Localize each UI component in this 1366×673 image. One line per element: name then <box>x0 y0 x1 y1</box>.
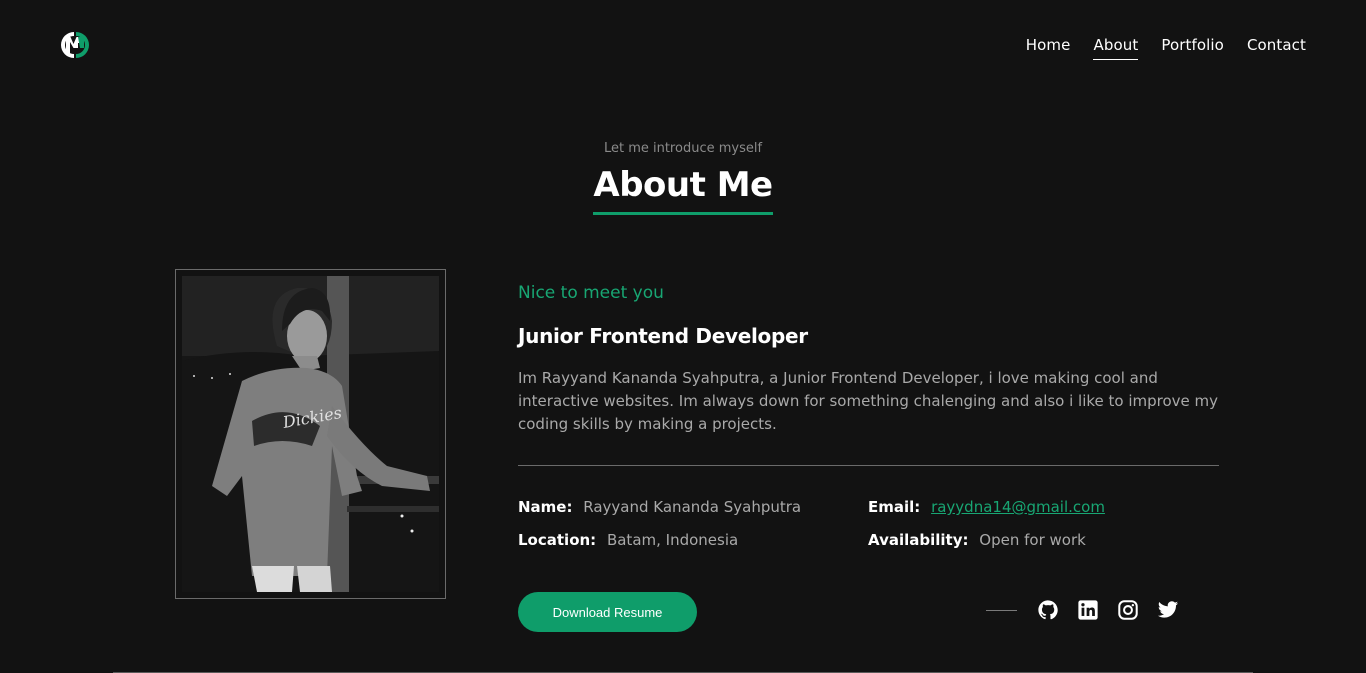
divider <box>518 465 1219 466</box>
github-icon[interactable] <box>1037 599 1059 621</box>
section-title: About Me <box>593 165 773 215</box>
bio-text: Im Rayyand Kananda Syahputra, a Junior F… <box>518 369 1219 433</box>
greeting-text: Nice to meet you <box>518 283 664 303</box>
email-label: Email: <box>868 498 921 516</box>
availability-label: Availability: <box>868 531 969 549</box>
section-heading-wrap: About Me <box>0 165 1366 215</box>
linkedin-icon[interactable] <box>1077 599 1099 621</box>
role-title: Junior Frontend Developer <box>518 324 808 348</box>
navbar: Home About Portfolio Contact <box>0 0 1366 92</box>
availability-value: Open for work <box>979 531 1086 549</box>
logo-icon[interactable] <box>58 28 92 62</box>
info-availability: Availability: Open for work <box>868 531 1086 549</box>
name-value: Rayyand Kananda Syahputra <box>583 498 802 516</box>
nav-about[interactable]: About <box>1093 36 1139 60</box>
nav-links: Home About Portfolio Contact <box>1003 36 1306 60</box>
info-email: Email: rayydna14@gmail.com <box>868 498 1105 516</box>
nav-home[interactable]: Home <box>1026 36 1071 60</box>
name-label: Name: <box>518 498 573 516</box>
email-link[interactable]: rayydna14@gmail.com <box>931 498 1105 516</box>
nav-contact[interactable]: Contact <box>1247 36 1306 60</box>
social-divider-line <box>986 609 1017 611</box>
profile-photo-frame: Dickies <box>175 269 446 599</box>
section-intro: Let me introduce myself <box>603 141 763 156</box>
info-location: Location: Batam, Indonesia <box>518 531 738 549</box>
twitter-icon[interactable] <box>1157 599 1179 621</box>
download-resume-button[interactable]: Download Resume <box>518 592 697 632</box>
instagram-icon[interactable] <box>1117 599 1139 621</box>
info-name: Name: Rayyand Kananda Syahputra <box>518 498 801 516</box>
nav-portfolio[interactable]: Portfolio <box>1161 36 1224 60</box>
location-value: Batam, Indonesia <box>606 531 739 549</box>
profile-photo: Dickies <box>182 276 439 592</box>
location-label: Location: <box>518 531 597 549</box>
social-links <box>986 599 1197 621</box>
